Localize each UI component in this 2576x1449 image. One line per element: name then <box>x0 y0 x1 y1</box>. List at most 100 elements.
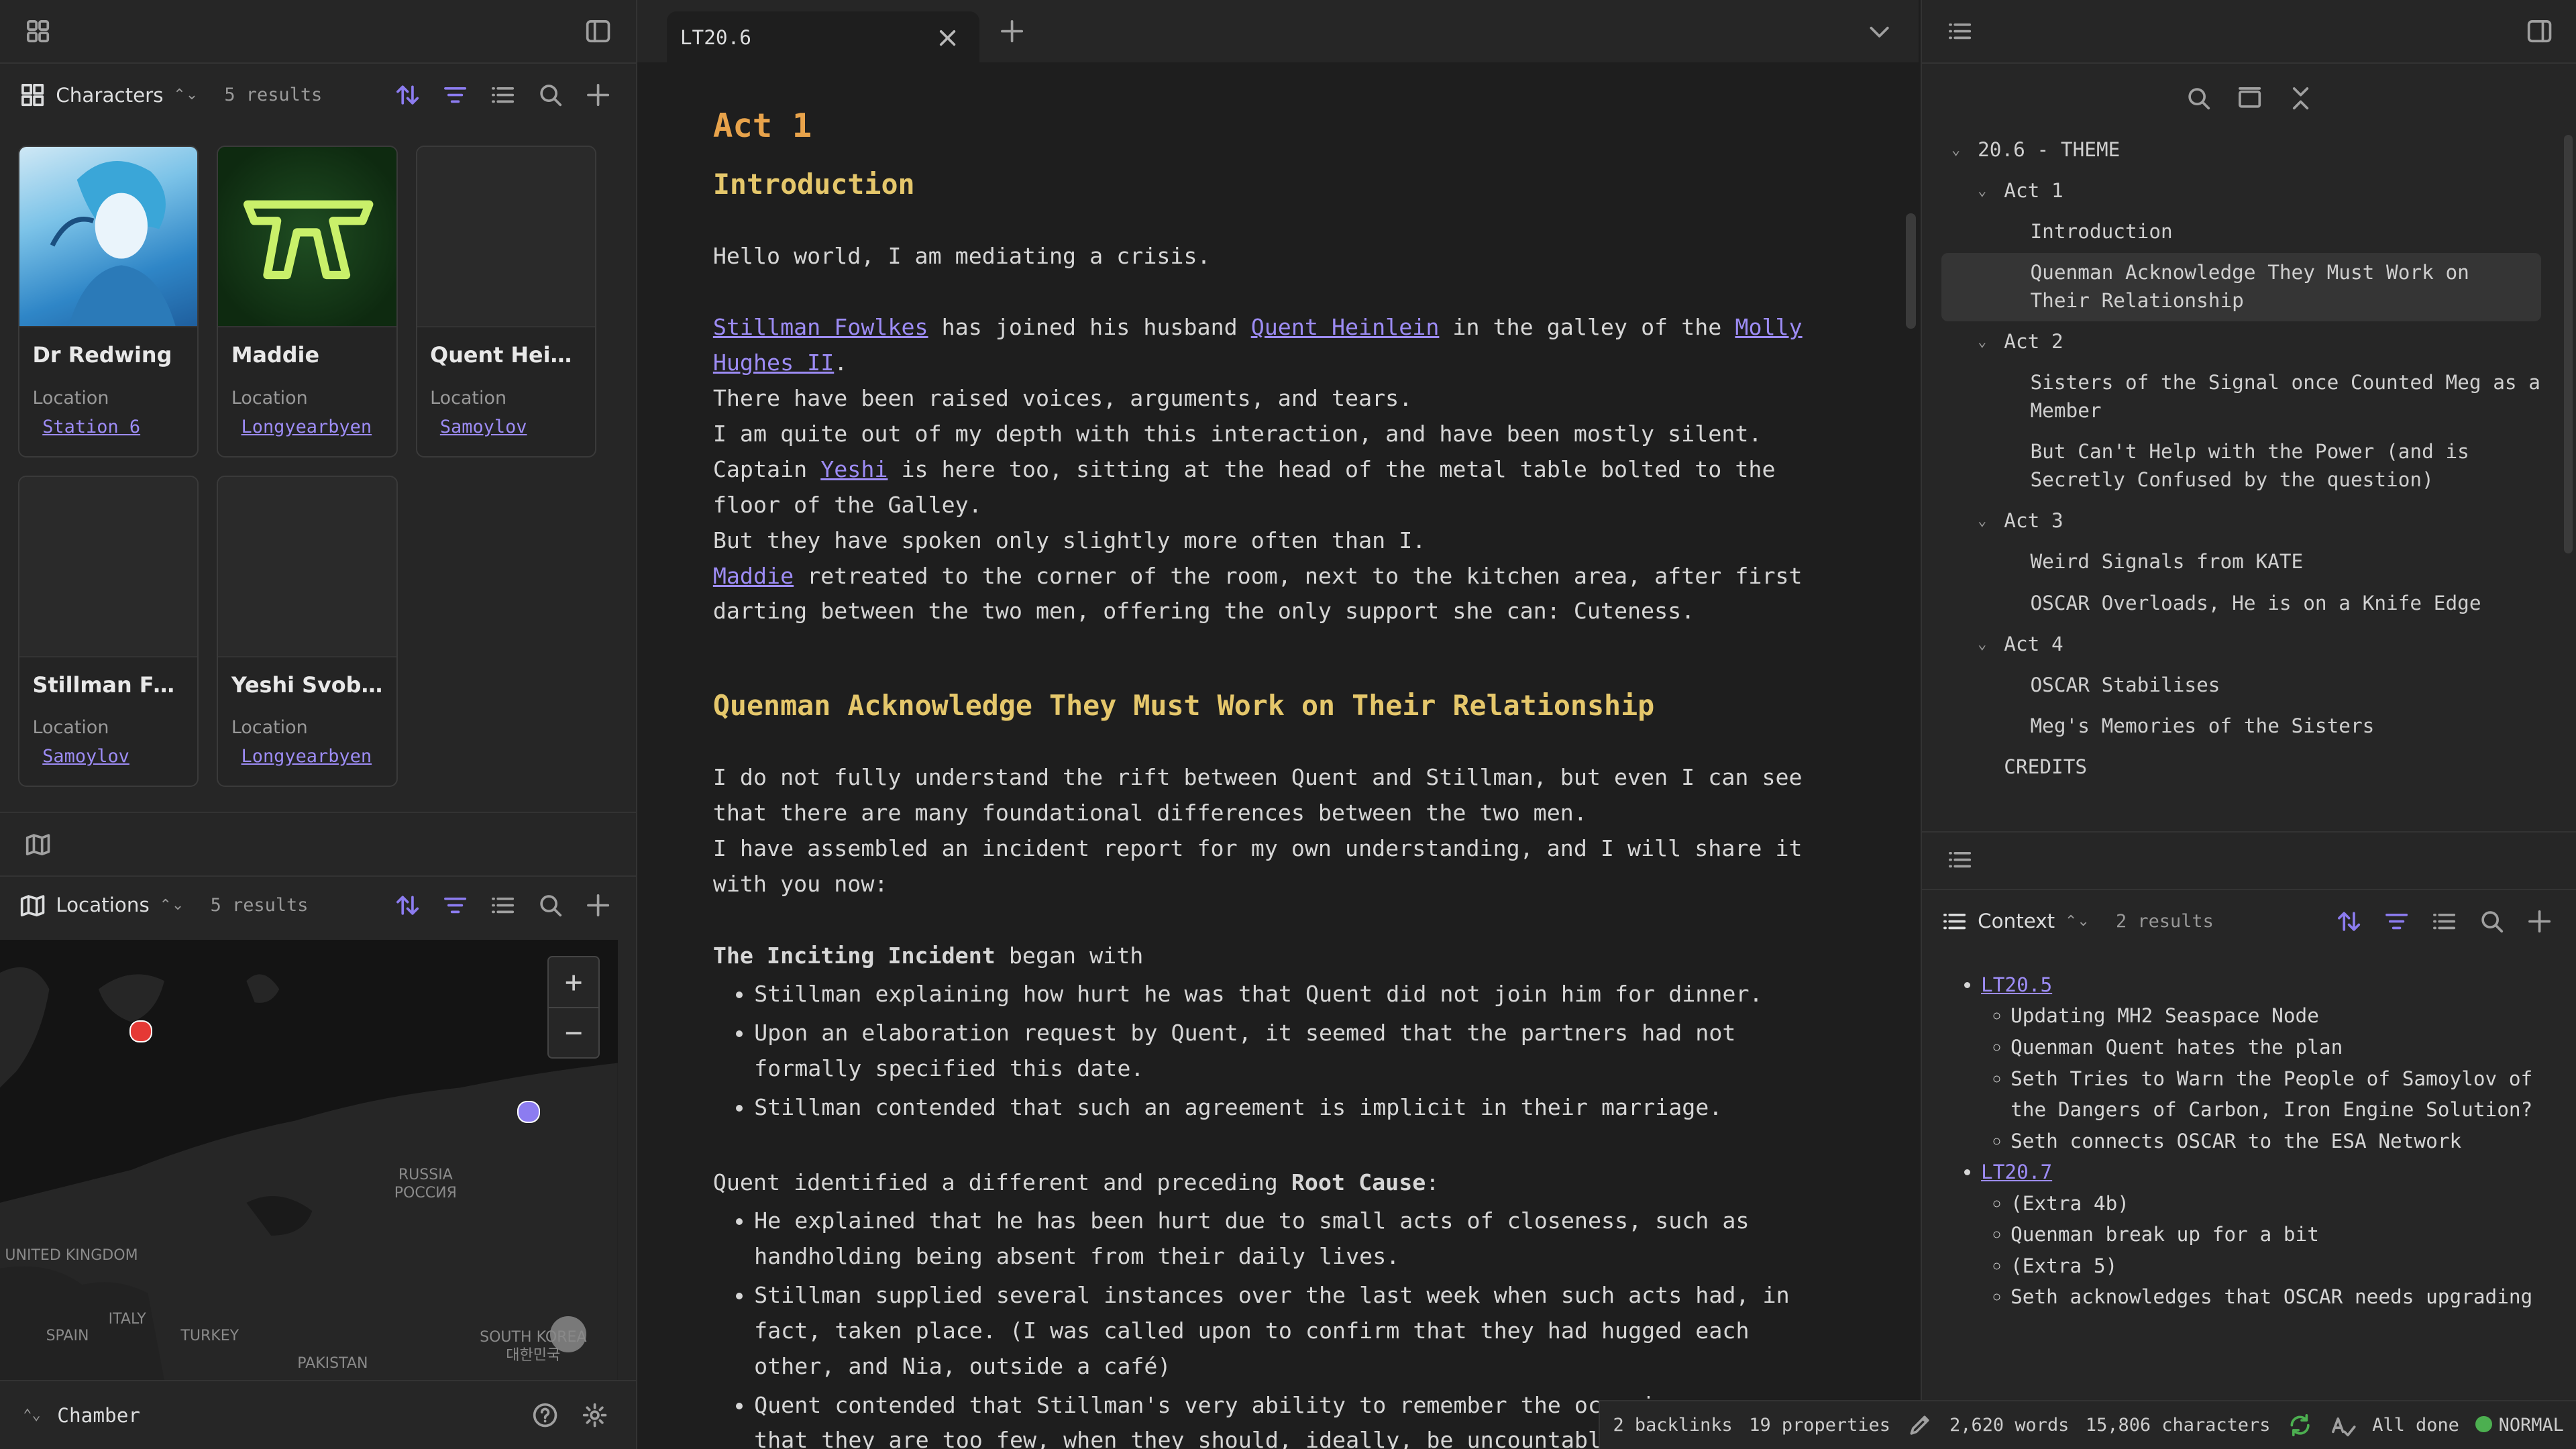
context-view-selector[interactable]: Context ⌃⌄ <box>1941 908 2090 934</box>
context-view-row <box>1921 831 2576 887</box>
outline-item-active[interactable]: Quenman Acknowledge They Must Work on Th… <box>1941 252 2542 322</box>
map-marker-cluster[interactable] <box>550 1316 587 1352</box>
outline-icon[interactable] <box>1941 13 1978 50</box>
character-card[interactable]: Stillman Fo... Location Samoylov <box>17 475 199 788</box>
add-icon[interactable] <box>580 887 616 923</box>
backlinks-count[interactable]: 2 backlinks <box>1613 1415 1732 1436</box>
map-marker-purple[interactable] <box>517 1100 540 1124</box>
properties-count[interactable]: 19 properties <box>1749 1415 1890 1436</box>
filter-icon[interactable] <box>2379 903 2415 939</box>
location-label: Location <box>231 717 308 739</box>
map-icon <box>21 895 45 916</box>
outline-item[interactable]: CREDITS <box>1941 747 2541 788</box>
status-bar: 2 backlinks 19 properties 2,620 words 15… <box>1598 1399 2576 1449</box>
link-maddie[interactable]: Maddie <box>713 563 794 589</box>
zoom-out-button[interactable]: − <box>549 1008 598 1057</box>
sort-icon[interactable] <box>2331 903 2367 939</box>
context-link[interactable]: LT20.7 <box>1981 1161 2052 1183</box>
outline-item[interactable]: Weird Signals from KATE <box>1941 542 2541 583</box>
new-tab-icon[interactable] <box>994 13 1030 50</box>
list-icon[interactable] <box>1941 842 1978 878</box>
filter-icon[interactable] <box>437 887 473 923</box>
search-icon[interactable] <box>2474 903 2510 939</box>
collapse-icon[interactable] <box>2282 80 2318 117</box>
character-card[interactable]: Dr Redwing Location Station 6 <box>17 146 199 458</box>
zoom-in-button[interactable]: + <box>549 957 598 1008</box>
grid-icon[interactable] <box>19 13 56 50</box>
outline-item[interactable]: Sisters of the Signal once Counted Meg a… <box>1941 363 2541 432</box>
tab-bar: LT20.6 <box>637 0 1919 64</box>
properties-icon[interactable] <box>484 887 521 923</box>
locations-count: 5 results <box>210 894 309 916</box>
outline-item[interactable]: OSCAR Overloads, He is on a Knife Edge <box>1941 583 2541 624</box>
list-item: Upon an elaboration request by Quent, it… <box>754 1016 1830 1087</box>
character-portrait <box>417 147 595 328</box>
context-link[interactable]: LT20.5 <box>1981 973 2052 996</box>
link-yeshi[interactable]: Yeshi <box>820 456 888 482</box>
chevron-down-icon[interactable] <box>1862 13 1898 50</box>
search-icon[interactable] <box>2181 80 2217 117</box>
outline-item[interactable]: ⌄ Act 1 <box>1941 170 2541 211</box>
character-portrait <box>19 147 198 328</box>
search-icon[interactable] <box>532 887 568 923</box>
list-item: Quenman Quent hates the plan <box>2010 1032 2553 1063</box>
location-link[interactable]: Samoylov <box>417 409 595 437</box>
outline-item[interactable]: Meg's Memories of the Sisters <box>1941 706 2541 747</box>
locations-view-selector[interactable]: Locations ⌃⌄ <box>19 892 184 918</box>
help-icon[interactable] <box>527 1397 564 1434</box>
link-quent[interactable]: Quent Heinlein <box>1251 314 1440 340</box>
vim-mode[interactable]: NORMAL <box>2475 1415 2564 1436</box>
character-card[interactable]: Maddie Location Longyearbyen <box>217 146 398 458</box>
location-link[interactable]: Longyearbyen <box>218 738 396 767</box>
pencil-icon[interactable] <box>1907 1407 1933 1443</box>
character-card[interactable]: Yeshi Svoboda Location Longyearbyen <box>217 475 398 788</box>
outline-scrollbar[interactable] <box>2564 134 2573 554</box>
chevron-updown-icon: ⌃⌄ <box>173 87 199 104</box>
character-card[interactable]: Quent Heinl... Location Samoylov <box>415 146 596 458</box>
sidebar-toggle-icon[interactable] <box>580 13 616 50</box>
location-link[interactable]: Longyearbyen <box>218 409 396 437</box>
tab-lt20-6[interactable]: LT20.6 <box>667 11 979 64</box>
sort-icon[interactable] <box>389 887 425 923</box>
paragraph: Hello world, I am mediating a crisis. <box>712 242 1211 269</box>
search-icon[interactable] <box>532 77 568 113</box>
character-count: 15,806 characters <box>2085 1414 2271 1436</box>
chevron-updown-icon: ⌃⌄ <box>2064 912 2090 930</box>
location-link[interactable]: Samoylov <box>19 738 197 767</box>
properties-icon[interactable] <box>484 77 521 113</box>
locations-map[interactable]: RUSSIA РОССИЯ UNITED KINGDOM SPAIN ITALY … <box>0 939 618 1381</box>
sort-icon[interactable] <box>389 77 425 113</box>
list-item: Stillman supplied several instances over… <box>754 1278 1830 1385</box>
settings-icon[interactable] <box>577 1397 613 1434</box>
link-stillman[interactable]: Stillman Fowlkes <box>713 314 928 340</box>
outline-item[interactable]: ⌄ Act 4 <box>1941 624 2541 665</box>
editor-pane[interactable]: Act 1 Introduction Hello world, I am med… <box>637 62 1919 1449</box>
status-dot <box>2475 1415 2492 1433</box>
outline-item[interactable]: ⌄ Act 3 <box>1941 500 2541 541</box>
spellcheck-icon[interactable] <box>2330 1407 2356 1443</box>
expand-icon[interactable] <box>2232 80 2268 117</box>
characters-view-selector[interactable]: Characters ⌃⌄ <box>19 82 198 108</box>
outline-item[interactable]: OSCAR Stabilises <box>1941 665 2541 706</box>
vault-switcher[interactable]: ⌃⌄ Chamber <box>23 1404 140 1427</box>
outline-item[interactable]: ⌄ 20.6 - THEME <box>1941 129 2541 170</box>
map-label: SPAIN <box>46 1327 89 1344</box>
characters-toolbar: Characters ⌃⌄ 5 results <box>0 64 636 126</box>
outline-item[interactable]: But Can't Help with the Power (and is Se… <box>1941 432 2541 501</box>
add-icon[interactable] <box>2522 903 2558 939</box>
map-marker-red[interactable] <box>129 1020 152 1043</box>
right-sidebar-toggle-icon[interactable] <box>2522 13 2558 50</box>
filter-icon[interactable] <box>437 77 473 113</box>
outline-item[interactable]: Introduction <box>1941 211 2541 252</box>
map-icon[interactable] <box>19 826 56 862</box>
location-link[interactable]: Station 6 <box>19 409 197 437</box>
location-label: Location <box>231 387 308 409</box>
properties-icon[interactable] <box>2426 903 2463 939</box>
paragraph: But they have spoken only slightly more … <box>712 527 1426 553</box>
sync-icon[interactable] <box>2287 1407 2313 1443</box>
editor-scrollbar[interactable] <box>1905 213 1916 329</box>
close-icon[interactable] <box>930 19 966 56</box>
app-window: Characters ⌃⌄ 5 results Dr Redwing Locat… <box>0 0 2576 1449</box>
outline-item[interactable]: ⌄ Act 2 <box>1941 321 2541 362</box>
add-icon[interactable] <box>580 77 616 113</box>
